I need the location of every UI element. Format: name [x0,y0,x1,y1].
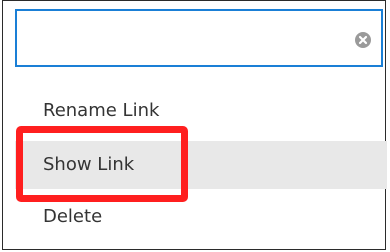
menu-top-edge [3,1,385,5]
menu-item-rename-link[interactable]: Rename Link [15,87,387,135]
context-menu: Rename Link Show Link Delete [2,0,387,250]
search-input[interactable] [25,19,347,59]
menu-item-delete[interactable]: Delete [15,193,387,241]
clear-circle-icon[interactable] [354,31,372,49]
menu-item-show-link[interactable]: Show Link [15,141,387,189]
search-box[interactable] [15,9,383,67]
